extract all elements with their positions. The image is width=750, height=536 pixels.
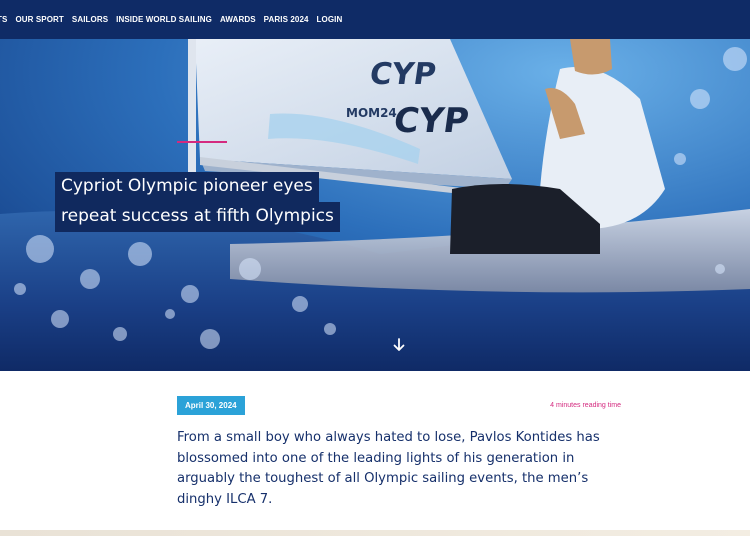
nav-item-sailors[interactable]: SAILORS — [72, 15, 108, 24]
arrow-down-icon[interactable] — [391, 337, 407, 353]
nav-item-ts[interactable]: TS — [0, 15, 7, 24]
next-section-edge — [0, 530, 750, 536]
sail-number-lower: CYP — [391, 101, 472, 141]
article-headline: Cypriot Olympic pioneer eyes repeat succ… — [55, 172, 340, 232]
nav-item-our-sport[interactable]: OUR SPORT — [15, 15, 63, 24]
headline-line-1: Cypriot Olympic pioneer eyes — [55, 172, 319, 202]
nav-item-login[interactable]: LOGIN — [317, 15, 343, 24]
article-body: April 30, 2024 4 minutes reading time Fr… — [0, 371, 750, 536]
nav-item-paris-2024[interactable]: PARIS 2024 — [264, 15, 309, 24]
nav-item-awards[interactable]: AWARDS — [220, 15, 256, 24]
sail-number-upper: CYP — [367, 57, 439, 92]
nav-item-inside-world-sailing[interactable]: INSIDE WORLD SAILING — [116, 15, 212, 24]
date-badge: April 30, 2024 — [177, 396, 245, 415]
intro-underline — [177, 141, 227, 143]
hero-banner: CYP MOM24 CYP Cypriot Olympic pioneer ey… — [0, 39, 750, 371]
top-navigation: TS OUR SPORT SAILORS INSIDE WORLD SAILIN… — [0, 0, 750, 39]
headline-line-2: repeat success at fifth Olympics — [55, 202, 340, 232]
sail-class-mark: MOM24 — [346, 106, 397, 120]
reading-time: 4 minutes reading time — [550, 402, 621, 409]
article-intro: From a small boy who always hated to los… — [177, 430, 600, 507]
